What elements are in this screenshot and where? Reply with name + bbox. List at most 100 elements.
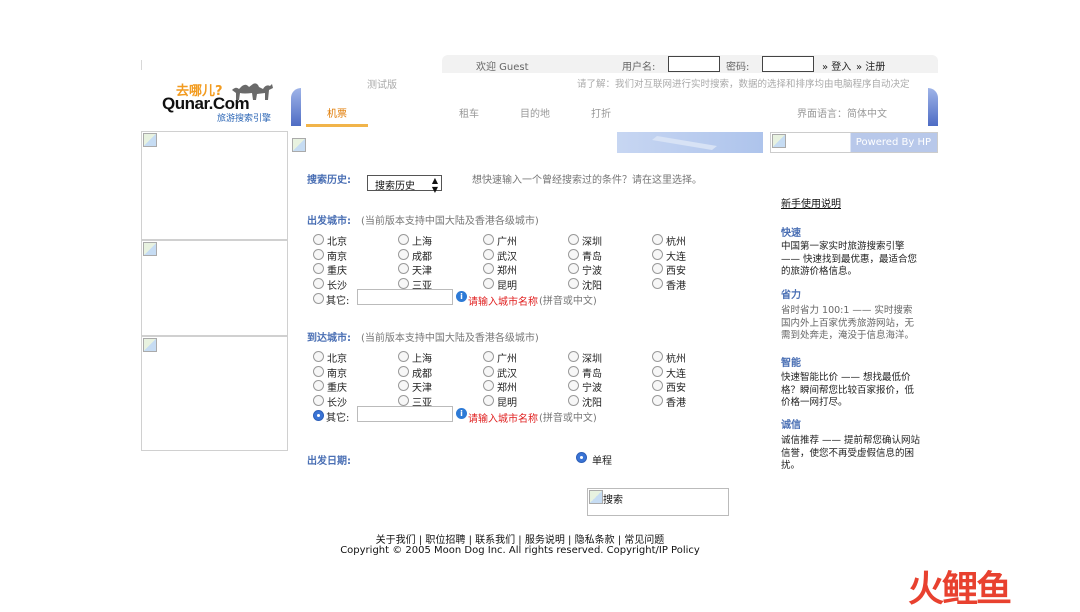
departure-other-radio[interactable] (313, 293, 324, 304)
departure-city-radio[interactable] (398, 277, 409, 289)
departure-city-label: 昆明 (497, 280, 517, 292)
departure-city-radio[interactable] (483, 263, 494, 274)
guide-link[interactable]: 新手使用说明 (781, 195, 841, 210)
arrival-city-label: 重庆 (327, 383, 347, 394)
login-link[interactable]: » 登入 (822, 58, 851, 73)
tab-flights[interactable]: 机票 (327, 105, 347, 120)
section-text-smart: 快速智能比价 —— 想找最低价格？瞬间帮您比较百家报价，低价格一网打尽。 (781, 372, 915, 408)
departure-city-radio[interactable] (568, 277, 579, 289)
departure-city-radio[interactable] (313, 263, 324, 274)
departure-city-radio[interactable] (398, 263, 409, 274)
arrival-city-radio[interactable] (652, 365, 663, 377)
register-link[interactable]: » 注册 (856, 58, 885, 73)
arrival-city-radio[interactable] (313, 365, 324, 377)
arrival-city-radio[interactable] (398, 394, 409, 406)
departure-city-radio[interactable] (652, 234, 663, 245)
welcome-text: 欢迎 Guest (476, 62, 529, 73)
arrival-city-label: 北京 (327, 354, 347, 365)
broken-image-icon (772, 134, 786, 148)
departure-city-label: 天津 (412, 266, 432, 277)
history-select[interactable]: 搜索历史 ▲ ▼ (367, 175, 442, 194)
departure-city-radio[interactable] (483, 234, 494, 245)
departure-city-label: 大连 (666, 251, 686, 263)
arrival-city-radio[interactable] (568, 365, 579, 377)
arrival-city-label: 成都 (412, 368, 432, 380)
departure-city-label: 沈阳 (582, 280, 602, 292)
ad-banner-2[interactable] (141, 240, 288, 336)
departure-other-label: 其它: (326, 296, 350, 307)
arrival-city-label: 沈阳 (582, 397, 602, 409)
departure-city-label: 西安 (666, 266, 686, 277)
one-way-label: 单程 (592, 456, 612, 467)
arrival-city-radio[interactable] (398, 351, 409, 362)
departure-city-radio[interactable] (568, 234, 579, 245)
arrival-city-radio[interactable] (313, 380, 324, 391)
departure-city-radio[interactable] (313, 248, 324, 260)
departure-city-label: 南京 (327, 251, 347, 263)
departure-other-hint: 请输入城市名称 (468, 297, 538, 308)
section-text-fast: 中国第一家实时旅游搜索引擎 —— 快速找到最优惠，最适合您的旅游价格信息。 (781, 241, 918, 277)
arrival-city-radio[interactable] (652, 394, 663, 406)
departure-city-radio[interactable] (568, 248, 579, 260)
watermark-logo: 火鲤鱼 (908, 569, 1012, 610)
footer-links[interactable]: 关于我们 | 职位招聘 | 联系我们 | 服务说明 | 隐私条款 | 常见问题 (0, 531, 1040, 546)
search-button[interactable]: 搜索 (587, 488, 729, 516)
arrival-city-radio[interactable] (398, 365, 409, 377)
arrival-city-radio[interactable] (652, 351, 663, 362)
arrival-city-label: 西安 (666, 383, 686, 394)
broken-image-icon (143, 133, 157, 147)
arrival-city-radio[interactable] (652, 380, 663, 391)
arrival-city-radio[interactable] (313, 351, 324, 362)
arrival-city-radio[interactable] (568, 394, 579, 406)
departure-city-radio[interactable] (398, 234, 409, 245)
departure-city-radio[interactable] (652, 248, 663, 260)
updown-arrow-icon: ▲ ▼ (431, 176, 438, 194)
departure-city-radio[interactable] (313, 234, 324, 245)
arrival-other-label: 其它: (326, 413, 350, 424)
section-title-smart: 智能 (781, 358, 801, 369)
arrival-city-radio[interactable] (313, 394, 324, 406)
departure-city-radio[interactable] (483, 248, 494, 260)
one-way-radio[interactable] (576, 452, 587, 463)
arrival-city-label: 宁波 (582, 383, 602, 394)
departure-city-radio[interactable] (398, 248, 409, 260)
arrival-city-label: 大连 (666, 368, 686, 380)
powered-by-banner: Powered By HP (770, 132, 938, 153)
departure-city-label: 广州 (497, 237, 517, 248)
beta-label: 测试版 (367, 80, 397, 91)
username-input[interactable] (668, 56, 720, 72)
arrival-city-radio[interactable] (483, 351, 494, 362)
arrival-city-label: 郑州 (497, 383, 517, 394)
arrival-other-radio[interactable] (313, 410, 324, 421)
arrival-city-radio[interactable] (483, 365, 494, 377)
flight-banner (617, 132, 763, 153)
arrival-other-input[interactable] (357, 406, 453, 422)
tab-discount[interactable]: 打折 (591, 105, 611, 120)
arrival-city-radio[interactable] (568, 380, 579, 391)
qunar-logo[interactable]: 去哪儿? Qunar.Com 旅游搜索引擎 (162, 80, 274, 124)
arrival-city-radio[interactable] (568, 351, 579, 362)
tab-destination[interactable]: 目的地 (520, 105, 550, 120)
departure-city-label: 香港 (666, 280, 686, 292)
ad-banner-3[interactable] (141, 336, 288, 451)
departure-other-input[interactable] (357, 289, 453, 305)
arrival-other-format: (拼音或中文) (539, 413, 597, 424)
broken-image-icon (143, 242, 157, 256)
arrival-city-radio[interactable] (398, 380, 409, 391)
username-label: 用户名: (622, 62, 656, 73)
ad-banner-1[interactable] (141, 131, 288, 240)
active-tab-underline (306, 124, 368, 127)
password-input[interactable] (762, 56, 814, 72)
arrival-city-radio[interactable] (483, 394, 494, 406)
departure-city-radio[interactable] (568, 263, 579, 274)
tab-car-rental[interactable]: 租车 (459, 105, 479, 120)
footer-copyright: Copyright © 2005 Moon Dog Inc. All right… (340, 545, 700, 556)
departure-other-format: (拼音或中文) (539, 296, 597, 307)
arrival-other-hint: 请输入城市名称 (468, 414, 538, 425)
arrival-city-label: 南京 (327, 368, 347, 380)
arrival-city-radio[interactable] (483, 380, 494, 391)
departure-city-radio[interactable] (652, 263, 663, 274)
departure-city-radio[interactable] (483, 277, 494, 289)
departure-city-radio[interactable] (313, 277, 324, 289)
departure-city-radio[interactable] (652, 277, 663, 289)
